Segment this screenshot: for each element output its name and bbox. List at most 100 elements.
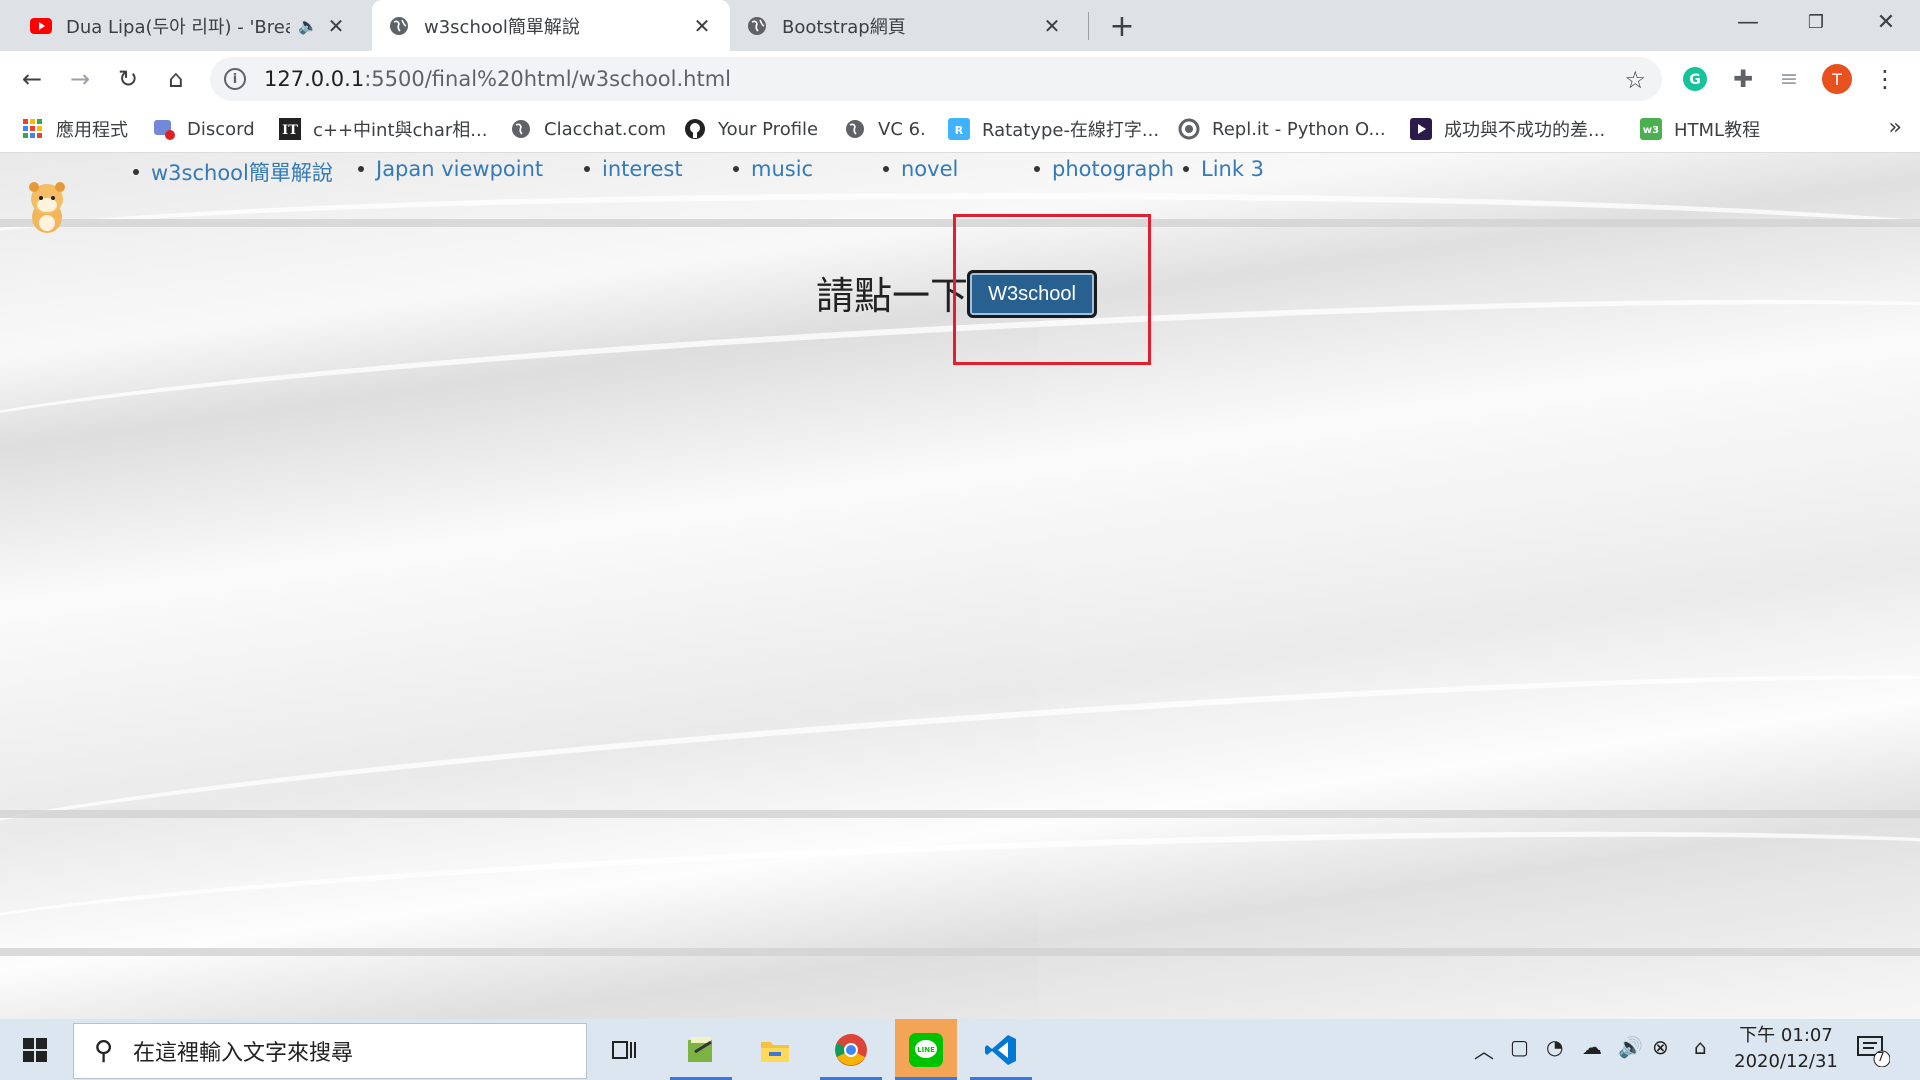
nav-link-novel[interactable]: novel [883,157,958,181]
tab-title: Dua Lipa(두아 리파) - 'Break [66,16,290,38]
task-view-icon[interactable] [593,1019,655,1080]
profile-avatar[interactable]: T [1822,64,1852,94]
input-method-icon[interactable]: ⌂ [1694,1035,1707,1059]
bookmark-ratatype[interactable]: R Ratatype-在線打字... [948,107,1159,151]
bookmark-discord[interactable]: Discord [153,107,255,151]
bookmark-apps[interactable]: 應用程式 [22,107,128,151]
bookmark-label: Ratatype-在線打字... [982,120,1160,141]
network-icon[interactable]: ◔ [1546,1035,1563,1059]
meet-now-icon[interactable]: ▢ [1510,1035,1529,1059]
clock-date: 2020/12/31 [1734,1051,1838,1072]
tab-bootstrap[interactable]: Bootstrap網頁 ✕ [730,0,1080,51]
globe-icon [746,15,768,37]
extensions-puzzle-icon[interactable]: ✚ [1728,64,1758,94]
nav-link-music[interactable]: music [733,157,813,181]
tab-title: Bootstrap網頁 [782,16,906,38]
address-bar[interactable]: i 127.0.0.1:5500/final%20html/w3school.h… [210,57,1662,101]
nav-link-interest[interactable]: interest [584,157,683,181]
error-status-icon[interactable]: ⊗ [1652,1035,1669,1059]
highlight-box [953,214,1151,365]
restore-button[interactable]: ❐ [1782,0,1850,44]
grammarly-icon[interactable]: G [1680,64,1710,94]
bullet [733,166,739,172]
nav-link-photograph[interactable]: photograph [1034,157,1174,181]
page-nav: w3school簡單解說 Japan viewpoint interest mu… [0,153,1300,193]
background-band [0,948,1920,956]
close-window-button[interactable]: ✕ [1852,0,1920,44]
bullet [133,169,139,175]
bullet [358,166,364,172]
bookmark-label: Your Profile [718,118,819,140]
bullet [1034,166,1040,172]
globe-icon [510,118,532,140]
background-band [0,810,1920,818]
home-button[interactable]: ⌂ [158,61,194,97]
system-clock[interactable]: 下午 01:07 2020/12/31 [1726,1023,1846,1075]
notification-count: 7 [1877,1050,1885,1064]
close-tab-icon[interactable]: ✕ [324,14,348,38]
volume-icon[interactable]: 🔊 [1618,1035,1643,1059]
nav-link-w3school[interactable]: w3school簡單解說 [133,157,333,187]
bookmark-label: Clacchat.com [544,118,667,140]
back-button[interactable]: ← [14,61,50,97]
tab-strip: Dua Lipa(두아 리파) - 'Break 🔈 ✕ w3school簡單解… [0,0,1920,51]
close-tab-icon[interactable]: ✕ [690,14,714,38]
tab-w3school[interactable]: w3school簡單解說 ✕ [372,0,730,51]
show-hidden-icons-icon[interactable]: ︿ [1474,1035,1494,1064]
more-menu-icon[interactable]: ⋮ [1870,64,1900,94]
bookmark-github[interactable]: Your Profile [684,107,818,151]
taskbar-app-editor[interactable] [670,1019,732,1080]
close-tab-icon[interactable]: ✕ [1040,14,1064,38]
bullet [584,166,590,172]
windows-logo-icon [23,1037,47,1062]
bookmark-cpp[interactable]: IT c++中int與char相... [279,107,487,151]
nav-link-link3[interactable]: Link 3 [1183,157,1264,181]
tab-separator [1088,12,1089,40]
chrome-icon[interactable] [820,1019,882,1080]
speaker-icon[interactable]: 🔈 [298,16,318,35]
tab-youtube[interactable]: Dua Lipa(두아 리파) - 'Break 🔈 ✕ [14,0,364,51]
minimize-button[interactable]: — [1714,0,1782,44]
globe-icon [388,15,410,37]
windows-start-button[interactable] [0,1019,70,1080]
browser-toolbar: ← → ↻ ⌂ i 127.0.0.1:5500/final%20html/w3… [0,51,1920,107]
bookmark-html-tutorial[interactable]: w3 HTML教程 [1640,107,1760,151]
bookmark-label: Discord [187,118,255,140]
bookmark-video[interactable]: 成功與不成功的差... [1410,107,1605,151]
reload-button[interactable]: ↻ [110,61,146,97]
bookmark-vc6[interactable]: VC 6. [844,107,926,151]
svg-text:R: R [955,124,964,137]
media-control-icon[interactable]: ≡ [1774,64,1804,94]
click-prompt-text: 請點一下 [816,274,969,318]
vscode-icon[interactable] [970,1019,1032,1080]
bookmark-label: VC 6. [878,118,926,140]
onedrive-icon[interactable]: ☁ [1582,1035,1602,1059]
info-icon[interactable]: i [224,68,246,90]
url-text[interactable]: 127.0.0.1:5500/final%20html/w3school.htm… [264,67,731,91]
clock-time: 下午 01:07 [1739,1025,1833,1046]
apps-grid-icon [22,118,44,140]
bookmarks-bar: 應用程式 Discord IT c++中int與char相... Claccha… [0,107,1920,153]
svg-text:IT: IT [282,123,298,138]
bookmark-label: 成功與不成功的差... [1444,120,1606,141]
svg-text:w3: w3 [1643,125,1659,136]
bullet [883,166,889,172]
svg-text:LINE: LINE [917,1046,935,1054]
windows-taskbar: ⚲ 在這裡輸入文字來搜尋 LINE ︿ ▢ ◔ ☁ 🔊 ⊗ ⌂ 下午 01:07… [0,1019,1920,1080]
taskbar-search-box[interactable]: ⚲ 在這裡輸入文字來搜尋 [73,1023,587,1079]
w3-icon: w3 [1640,118,1662,140]
more-bookmarks-icon[interactable]: » [1889,115,1902,140]
page-content: w3school簡單解說 Japan viewpoint interest mu… [0,153,1920,1019]
nav-link-japan-viewpoint[interactable]: Japan viewpoint [358,157,543,181]
forward-button[interactable]: → [62,61,98,97]
tab-title: w3school簡單解說 [424,16,580,38]
new-tab-button[interactable]: + [1106,9,1138,44]
action-center-icon[interactable]: 7 [1856,1033,1891,1068]
search-placeholder: 在這裡輸入文字來搜尋 [133,1041,354,1066]
bookmark-clacchat[interactable]: Clacchat.com [510,107,666,151]
file-explorer-icon[interactable] [744,1019,806,1080]
bookmark-replit[interactable]: Repl.it - Python O... [1178,107,1386,151]
bookmark-star-icon[interactable]: ☆ [1624,66,1646,94]
line-app-icon[interactable]: LINE [895,1019,957,1080]
search-icon: ⚲ [94,1036,114,1066]
